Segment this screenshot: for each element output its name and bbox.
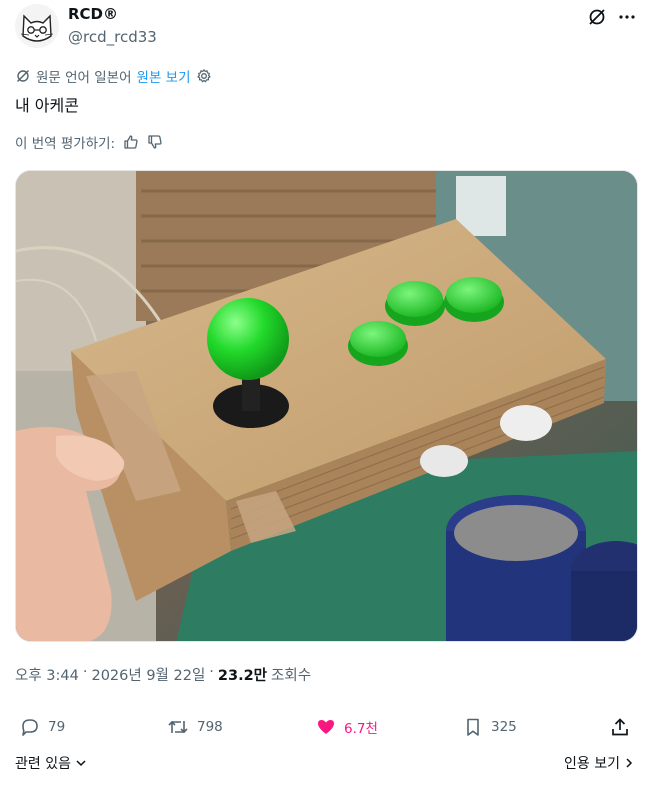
- thumbs-down-icon[interactable]: [147, 134, 163, 150]
- avatar[interactable]: [15, 4, 59, 48]
- repost-button[interactable]: 798: [167, 717, 223, 737]
- repost-icon: [168, 720, 188, 734]
- related-toggle[interactable]: 관련 있음: [15, 753, 88, 773]
- post-meta: 오후 3:44 · 2026년 9월 22일 · 23.2만 조회수: [15, 664, 311, 685]
- views-count: 23.2만: [217, 668, 268, 684]
- repost-count: 798: [197, 719, 223, 735]
- thumbs-up-icon[interactable]: [123, 134, 139, 150]
- display-name[interactable]: RCD®: [68, 5, 118, 23]
- share-button[interactable]: [610, 717, 630, 737]
- translated-from-label: 원문 언어 일본어: [36, 70, 132, 86]
- meta-separator: ·: [82, 664, 88, 680]
- show-original-link[interactable]: 원본 보기: [137, 66, 191, 86]
- translate-icon: [17, 70, 29, 82]
- share-icon: [612, 718, 628, 736]
- tweet-text: 내 아케콘: [15, 96, 79, 115]
- chevron-down-icon: [76, 760, 86, 767]
- view-quotes-label: 인용 보기: [564, 756, 620, 772]
- post-date[interactable]: 2026년 9월 22일: [91, 664, 205, 685]
- post-time[interactable]: 오후 3:44: [15, 664, 79, 685]
- rate-translation: 이 번역 평가하기:: [15, 132, 163, 152]
- chevron-right-icon: [626, 758, 633, 768]
- heart-icon: [318, 720, 334, 734]
- bookmark-button[interactable]: 325: [463, 717, 517, 737]
- grok-icon[interactable]: [586, 6, 608, 28]
- like-button[interactable]: 6.7천: [316, 717, 378, 737]
- bookmark-count: 325: [491, 719, 517, 735]
- user-handle[interactable]: @rcd_rcd33: [68, 28, 157, 46]
- rate-translation-label: 이 번역 평가하기:: [15, 136, 116, 152]
- meta-separator: ·: [209, 664, 214, 680]
- more-icon[interactable]: [616, 6, 638, 28]
- views-label: 조회수: [271, 668, 312, 684]
- view-quotes-link[interactable]: 인용 보기: [564, 753, 635, 773]
- bookmark-icon: [467, 718, 479, 736]
- related-label: 관련 있음: [15, 756, 71, 772]
- tweet-photo[interactable]: [15, 170, 638, 642]
- arcade-controller-photo: [16, 171, 637, 641]
- reply-button[interactable]: 79: [20, 717, 65, 737]
- gear-icon[interactable]: [196, 68, 212, 84]
- reply-icon: [22, 719, 38, 736]
- like-count: 6.7천: [344, 721, 378, 737]
- translation-info: 원문 언어 일본어 원본 보기: [15, 66, 212, 86]
- reply-count: 79: [48, 719, 66, 735]
- cat-avatar-icon: [15, 4, 59, 48]
